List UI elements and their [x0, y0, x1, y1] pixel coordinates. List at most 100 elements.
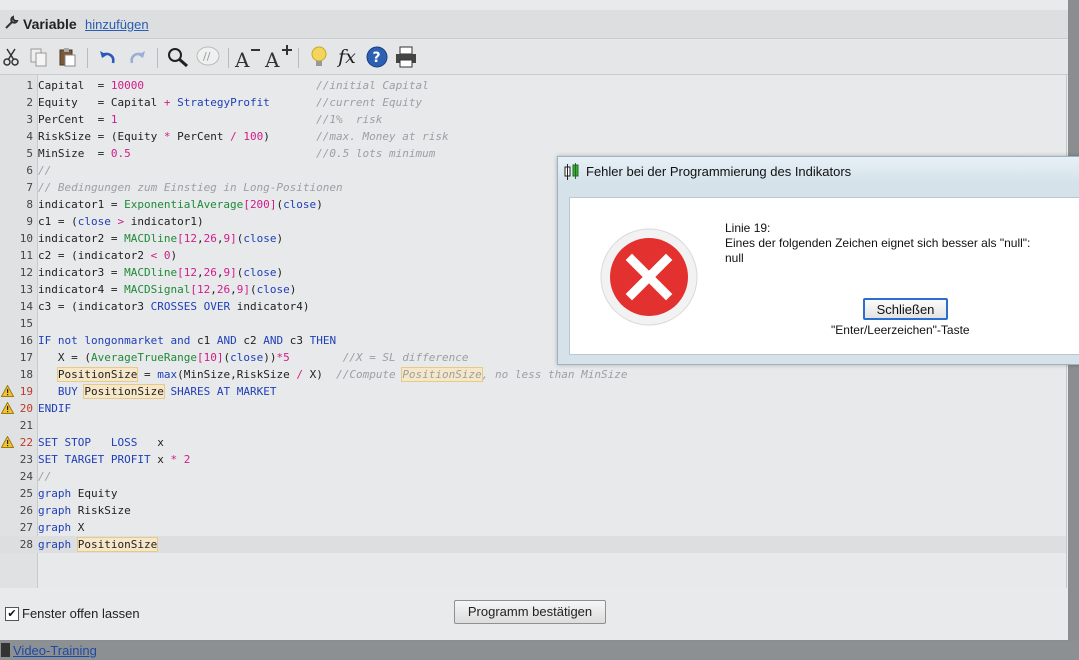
line-number: 19 [19, 385, 33, 398]
line-number: 10 [19, 232, 33, 245]
code-text: graph X [38, 521, 85, 534]
code-text: IF not longonmarket and c1 AND c2 AND c3… [38, 334, 337, 347]
line-number: 20 [19, 402, 33, 415]
svg-text:?: ? [373, 50, 381, 66]
code-text: c3 = (indicator3 CROSSES OVER indicator4… [38, 300, 310, 313]
line-number: 7 [26, 181, 33, 194]
code-text: indicator2 = MACDline[12,26,9](close) [38, 232, 284, 245]
code-text: RiskSize = (Equity * PerCent / 100) //ma… [38, 130, 449, 143]
svg-text:A: A [264, 48, 280, 69]
indicator-icon [564, 163, 579, 180]
lightbulb-icon[interactable] [308, 44, 330, 70]
line-number: 3 [26, 113, 33, 126]
code-line: 20 ENDIF [0, 400, 1066, 417]
toolbar: // A A fx ? [0, 40, 1068, 75]
code-line: 19 BUY PositionSize SHARES AT MARKET [0, 383, 1066, 400]
line-number: 17 [19, 351, 33, 364]
font-decrease-icon[interactable]: A [234, 44, 262, 70]
code-text: SET STOP LOSS x [38, 436, 164, 449]
line-number: 16 [19, 334, 33, 347]
error-description: Eines der folgenden Zeichen eignet sich … [725, 236, 1031, 250]
video-training-link[interactable]: Video-Training [13, 643, 97, 658]
line-number: 28 [19, 538, 33, 551]
code-line: 27 graph X [0, 519, 1066, 536]
code-text: c2 = (indicator2 < 0) [38, 249, 178, 262]
function-icon[interactable]: fx [336, 44, 358, 70]
code-text: graph Equity [38, 487, 118, 500]
error-dialog: Fehler bei der Programmierung des Indika… [557, 156, 1079, 365]
cut-icon[interactable] [2, 44, 20, 70]
redo-icon[interactable] [126, 44, 148, 70]
line-number: 18 [19, 368, 33, 381]
code-text: BUY PositionSize SHARES AT MARKET [57, 384, 277, 399]
code-text: indicator3 = MACDline[12,26,9](close) [38, 266, 284, 279]
code-text: indicator1 = ExponentialAverage[200](clo… [38, 198, 323, 211]
confirm-program-button[interactable]: Programm bestätigen [454, 600, 606, 624]
font-increase-icon[interactable]: A [264, 44, 294, 70]
keep-open-label: Fenster offen lassen [22, 606, 140, 621]
close-button[interactable]: Schließen [863, 298, 948, 320]
code-line: 1 Capital = 10000 //initial Capital [0, 77, 1066, 94]
code-text: PerCent = 1 //1% risk [38, 113, 383, 126]
line-number: 15 [19, 317, 33, 330]
line-number: 25 [19, 487, 33, 500]
comment-icon[interactable]: // [195, 44, 221, 70]
code-line: 24 // [0, 468, 1066, 485]
code-line: 28 graph PositionSize [0, 536, 1066, 553]
code-line: 4 RiskSize = (Equity * PerCent / 100) //m… [0, 128, 1066, 145]
code-text: graph RiskSize [38, 504, 131, 517]
error-icon [600, 228, 698, 326]
code-line: 2 Equity = Capital + StrategyProfit //cur… [0, 94, 1066, 111]
code-text: SET TARGET PROFIT x * 2 [38, 453, 191, 466]
code-line: 18 PositionSize = max(MinSize,RiskSize /… [0, 366, 1066, 383]
dialog-title: Fehler bei der Programmierung des Indika… [586, 164, 852, 179]
paste-icon[interactable] [57, 44, 77, 70]
code-line: 26 graph RiskSize [0, 502, 1066, 519]
code-line: 21 [0, 417, 1066, 434]
code-line: 3 PerCent = 1 //1% risk [0, 111, 1066, 128]
error-line-ref: Linie 19: [725, 221, 771, 235]
line-number: 5 [26, 147, 33, 160]
svg-text:A: A [234, 48, 250, 69]
keep-open-checkbox[interactable]: ✔ [5, 607, 19, 621]
line-number: 14 [19, 300, 33, 313]
line-number: 23 [19, 453, 33, 466]
code-text: c1 = (close > indicator1) [38, 215, 204, 228]
line-number: 8 [26, 198, 33, 211]
line-number: 22 [19, 436, 33, 449]
print-icon[interactable] [394, 44, 418, 70]
window-title: Variable [23, 16, 77, 32]
code-line: 22 SET STOP LOSS x [0, 434, 1066, 451]
line-number: 6 [26, 164, 33, 177]
line-number: 27 [19, 521, 33, 534]
code-text: indicator4 = MACDSignal[12,26,9](close) [38, 283, 297, 296]
line-number: 9 [26, 215, 33, 228]
line-number: 26 [19, 504, 33, 517]
add-link[interactable]: hinzufügen [85, 17, 149, 32]
code-text: // Bedingungen zum Einstieg in Long-Posi… [38, 181, 343, 194]
line-number: 13 [19, 283, 33, 296]
error-token: null [725, 251, 744, 265]
code-line: 23 SET TARGET PROFIT x * 2 [0, 451, 1066, 468]
code-text: X = (AverageTrueRange[10](close))*5 //X … [38, 351, 469, 364]
code-text: Equity = Capital + StrategyProfit //curr… [38, 96, 423, 109]
film-icon [1, 643, 10, 657]
code-text: graph PositionSize [38, 537, 159, 552]
dialog-titlebar: Fehler bei der Programmierung des Indika… [558, 157, 1079, 186]
code-text: ENDIF [38, 402, 72, 415]
window-titlebar: Variable hinzufügen [0, 10, 1068, 39]
code-text: // [38, 164, 52, 177]
code-text: // [38, 470, 52, 483]
code-text: PositionSize = max(MinSize,RiskSize / X)… [56, 367, 628, 382]
wrench-icon [5, 15, 19, 29]
error-message: Linie 19: Eines der folgenden Zeichen ei… [725, 221, 1030, 266]
copy-icon[interactable] [29, 44, 49, 70]
line-number: 21 [19, 419, 33, 432]
search-icon[interactable] [166, 44, 190, 70]
code-text: Capital = 10000 //initial Capital [38, 79, 429, 92]
status-bar: Video-Training [0, 641, 1079, 660]
undo-icon[interactable] [97, 44, 119, 70]
line-number: 11 [19, 249, 33, 262]
line-number: 12 [19, 266, 33, 279]
help-icon[interactable]: ? [365, 44, 389, 70]
